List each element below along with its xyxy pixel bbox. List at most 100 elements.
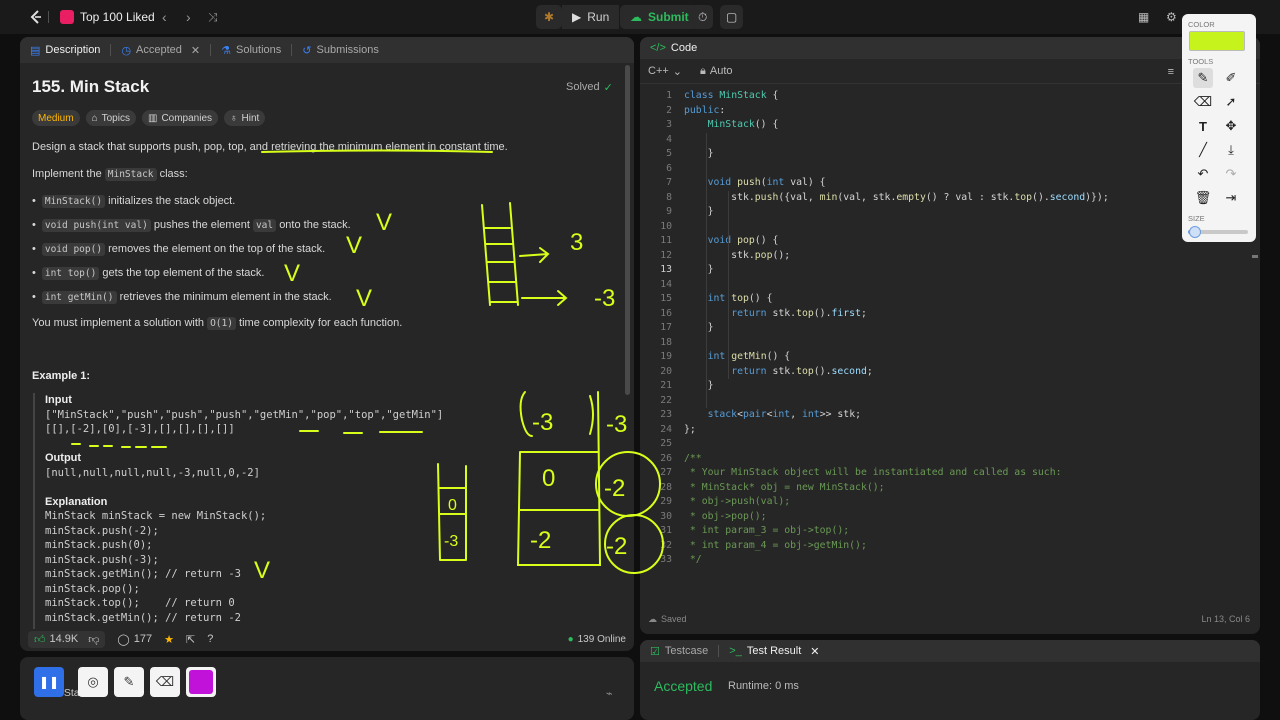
close-tab-icon[interactable]: ✕ <box>810 645 819 658</box>
code-line[interactable]: 2 public: <box>640 104 1200 119</box>
code-line[interactable]: 24}; <box>640 423 1200 438</box>
notes-button[interactable]: ▢ <box>720 5 744 29</box>
code-line[interactable]: 20 return stk.top().second; <box>640 365 1200 380</box>
layout-icon[interactable]: ▦ <box>1138 0 1149 34</box>
cloud-upload-icon: ☁ <box>630 10 642 24</box>
submit-button[interactable]: ☁ Submit <box>620 5 699 29</box>
share-icon[interactable]: ⇱ <box>186 633 195 646</box>
example-line <box>35 437 593 452</box>
marker-icon[interactable]: ✐ <box>1221 68 1241 88</box>
format-icon[interactable]: ≡ <box>1168 66 1174 78</box>
example-line: minStack.getMin(); // return -3 <box>45 568 241 580</box>
comments-button[interactable]: ◯ 177 <box>117 633 152 646</box>
size-slider-handle[interactable] <box>1189 226 1202 238</box>
code-line[interactable]: 6 <box>640 162 1200 177</box>
redo-icon[interactable]: ↷ <box>1221 164 1241 184</box>
text-tool-icon[interactable]: T <box>1193 116 1213 136</box>
method-signature: MinStack() <box>41 195 106 208</box>
like-button[interactable]: 👍︎ 14.9K 👎︎ <box>28 630 106 648</box>
color-label: COLOR <box>1188 20 1215 29</box>
code-line[interactable]: 29 * obj->push(val); <box>640 495 1200 510</box>
line-tool-icon[interactable]: ╱ <box>1193 140 1213 160</box>
language-select[interactable]: C++ ⌄ <box>648 65 682 78</box>
code-line[interactable]: 31 * int param_3 = obj->top(); <box>640 524 1200 539</box>
topics-button[interactable]: ⌂ Topics <box>85 110 136 126</box>
code-line[interactable]: 16 return stk.top().first; <box>640 307 1200 322</box>
eraser-tool-button[interactable]: ⌫ <box>150 667 180 697</box>
thumbs-down-icon[interactable]: 👎︎ <box>88 633 99 646</box>
code-line[interactable]: 30 * obj->pop(); <box>640 510 1200 525</box>
code-line[interactable]: 19 int getMin() { <box>640 350 1200 365</box>
color-swatch <box>189 670 213 694</box>
tab-submissions[interactable]: ↺ Submissions <box>292 37 389 63</box>
size-label: SIZE <box>1188 214 1205 223</box>
leetcode-logo-icon[interactable] <box>28 0 44 34</box>
current-color-swatch[interactable] <box>1189 31 1245 51</box>
code-line[interactable]: 27 * Your MinStack object will be instan… <box>640 466 1200 481</box>
debug-button[interactable]: ✱ <box>536 5 563 29</box>
code-line[interactable]: 8 stk.push({val, min(val, stk.empty() ? … <box>640 191 1200 206</box>
code-line[interactable]: 12 stk.pop(); <box>640 249 1200 264</box>
shuffle-icon[interactable]: ⤨ <box>208 0 218 34</box>
laser-tool-button[interactable]: ◎ <box>78 667 108 697</box>
code-line[interactable]: 22 <box>640 394 1200 409</box>
description-scrollbar[interactable] <box>625 65 630 395</box>
favorite-star-icon[interactable]: ★ <box>164 633 174 646</box>
code-line[interactable]: 18 <box>640 336 1200 351</box>
tab-testcase[interactable]: ☑ Testcase <box>640 640 718 662</box>
code-line[interactable]: 7 void push(int val) { <box>640 176 1200 191</box>
code-line[interactable]: 28 * MinStack* obj = new MinStack(); <box>640 481 1200 496</box>
problem-list-button[interactable]: Top 100 Liked <box>60 0 155 34</box>
check-circle-icon: ✓ <box>603 82 613 94</box>
exit-icon[interactable]: ⇥ <box>1221 188 1241 208</box>
move-icon[interactable]: ✥ <box>1221 116 1241 136</box>
eraser-icon[interactable]: ⌫ <box>1193 92 1213 112</box>
code-line[interactable]: 13 } <box>640 263 1200 278</box>
next-problem-icon[interactable]: › <box>186 0 191 34</box>
code-line[interactable]: 5 } <box>640 147 1200 162</box>
code-line[interactable]: 11 void pop() { <box>640 234 1200 249</box>
code-line[interactable]: 3 MinStack() { <box>640 118 1200 133</box>
code-line[interactable]: 21 } <box>640 379 1200 394</box>
companies-button[interactable]: ▥ Companies <box>141 110 219 126</box>
tab-test-result[interactable]: >_ Test Result ✕ <box>719 640 829 662</box>
line-number: 22 <box>660 394 672 406</box>
tab-accepted[interactable]: ◷ Accepted ✕ <box>111 37 210 63</box>
pen-icon[interactable]: ✎ <box>1193 68 1213 88</box>
trash-icon[interactable]: 🗑︎ <box>1193 188 1213 208</box>
code-line[interactable]: 10 <box>640 220 1200 235</box>
code-scrollbar[interactable] <box>1252 255 1258 258</box>
code-line[interactable]: 17 } <box>640 321 1200 336</box>
code-line[interactable]: 4 <box>640 133 1200 148</box>
hint-button[interactable]: ♁ Hint <box>224 110 266 126</box>
run-button[interactable]: ▶ Run <box>562 5 620 29</box>
link-icon[interactable]: ⌁ <box>606 687 613 700</box>
tab-solutions[interactable]: ⚗ Solutions <box>211 37 291 63</box>
timer-button[interactable]: ⏱ <box>692 5 714 29</box>
help-icon[interactable]: ? <box>207 633 213 645</box>
download-icon[interactable]: ⤓ <box>1221 140 1241 160</box>
draw-tool-button[interactable]: ✎ <box>114 667 144 697</box>
code-line[interactable]: 25 <box>640 437 1200 452</box>
code-line[interactable]: 15 int top() { <box>640 292 1200 307</box>
code-line[interactable]: 14 <box>640 278 1200 293</box>
settings-gear-icon[interactable]: ⚙ <box>1166 0 1177 34</box>
code-line[interactable]: 33 */ <box>640 553 1200 568</box>
code-line[interactable]: 23 stack<pair<int, int>> stk; <box>640 408 1200 423</box>
tab-description[interactable]: ▤ Description <box>20 37 110 63</box>
close-tab-icon[interactable]: ✕ <box>191 44 200 57</box>
code-line[interactable]: 9 } <box>640 205 1200 220</box>
pause-recording-button[interactable]: ❚❚ <box>34 667 64 697</box>
document-icon: ▤ <box>30 44 41 57</box>
code-text: * obj->pop(); <box>684 510 767 522</box>
pointer-icon[interactable]: ➚ <box>1221 92 1241 112</box>
code-text: stk.push({val, min(val, stk.empty() ? va… <box>684 191 1109 203</box>
autocomplete-toggle[interactable]: 🔒︎ Auto <box>700 65 733 78</box>
code-line[interactable]: 1 class MinStack { <box>640 89 1200 104</box>
color-picker-button[interactable] <box>186 667 216 697</box>
tab-code[interactable]: </> Code <box>640 37 707 59</box>
undo-icon[interactable]: ↶ <box>1193 164 1213 184</box>
code-line[interactable]: 26 /** <box>640 452 1200 467</box>
code-line[interactable]: 32 * int param_4 = obj->getMin(); <box>640 539 1200 554</box>
prev-problem-icon[interactable]: ‹ <box>162 0 167 34</box>
